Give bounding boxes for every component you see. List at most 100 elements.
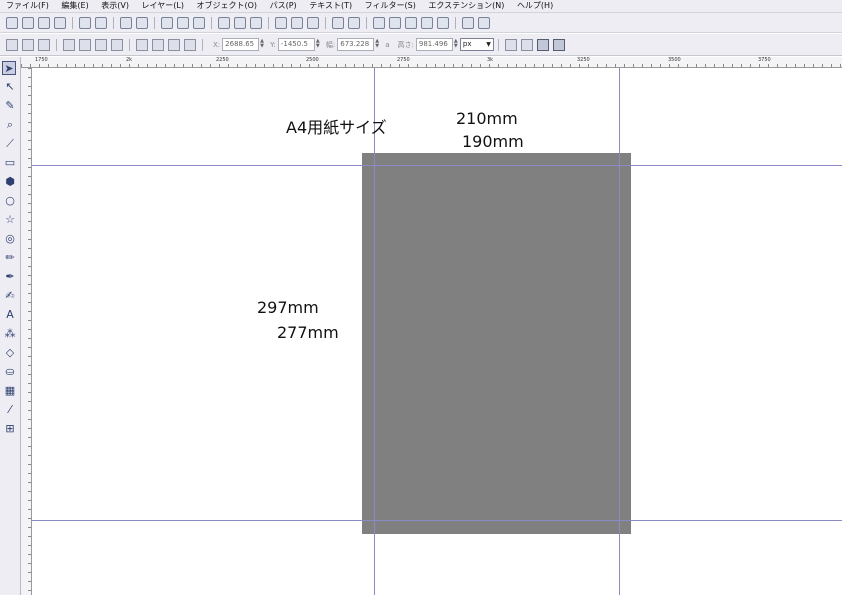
- tweak-tool-icon[interactable]: ✎: [3, 99, 17, 113]
- node-tool-icon[interactable]: ↖: [3, 80, 17, 94]
- toolbar-separator: [129, 38, 130, 51]
- flip-horizontal-icon[interactable]: [95, 38, 107, 51]
- menu-text[interactable]: テキスト(T): [303, 1, 356, 10]
- menu-layer[interactable]: レイヤー(L): [136, 1, 188, 10]
- pencil-tool-icon[interactable]: ✏: [3, 251, 17, 265]
- toolbar-separator: [56, 38, 57, 51]
- duplicate-icon[interactable]: [275, 16, 287, 29]
- zoom-tool-icon[interactable]: ⌕: [3, 118, 17, 132]
- a4-page-rectangle[interactable]: [362, 153, 631, 534]
- spiral-tool-icon[interactable]: ◎: [3, 232, 17, 246]
- redo-icon[interactable]: [136, 16, 148, 29]
- menu-edit[interactable]: 編集(E): [55, 1, 92, 10]
- group-icon[interactable]: [332, 16, 344, 29]
- ruler-label: 3750: [758, 57, 771, 63]
- guide-vertical-right[interactable]: [619, 68, 620, 595]
- deselect-icon[interactable]: [38, 38, 50, 51]
- selector-tool-icon[interactable]: ➤: [2, 61, 16, 75]
- guide-horizontal-bottom[interactable]: [32, 520, 842, 521]
- menu-extensions[interactable]: エクステンション(N): [422, 1, 508, 10]
- import-icon[interactable]: [79, 16, 91, 29]
- xml-editor-icon[interactable]: [421, 16, 433, 29]
- width-input[interactable]: 673.228: [337, 38, 375, 51]
- width-inner-text[interactable]: 190mm: [462, 132, 524, 151]
- transform-gradients-icon[interactable]: [536, 38, 549, 51]
- copy-icon[interactable]: [161, 16, 173, 29]
- unit-select[interactable]: px ▼: [459, 38, 494, 51]
- ungroup-icon[interactable]: [348, 16, 360, 29]
- fill-stroke-icon[interactable]: [373, 16, 385, 29]
- tool-controls-bar: X: 2688.65 ▲ ▼ Y: -1450.5 ▲ ▼ 幅: 673.228 ▲…: [0, 34, 842, 56]
- y-spin-buttons[interactable]: ▲ ▼: [316, 39, 320, 50]
- rectangle-tool-icon[interactable]: ▭: [3, 156, 17, 170]
- flip-vertical-icon[interactable]: [111, 38, 123, 51]
- horizontal-ruler[interactable]: 1750 2k 2250 2500 2750 3k 3250 3500 3750: [21, 57, 842, 68]
- guide-vertical-left[interactable]: [374, 68, 375, 595]
- drawing-canvas[interactable]: A4用紙サイズ 210mm 190mm 297mm 277mm: [32, 68, 842, 595]
- zoom-drawing-icon[interactable]: [234, 16, 246, 29]
- transform-patterns-icon[interactable]: [552, 38, 565, 51]
- rotate-cw-icon[interactable]: [79, 38, 91, 51]
- align-distribute-icon[interactable]: [437, 16, 449, 29]
- y-input[interactable]: -1450.5: [277, 38, 315, 51]
- lower-icon[interactable]: [168, 38, 180, 51]
- spray-tool-icon[interactable]: ⁂: [3, 327, 17, 341]
- ellipse-tool-icon[interactable]: ○: [3, 194, 17, 208]
- height-input[interactable]: 981.496: [415, 38, 453, 51]
- lock-icon[interactable]: a: [385, 41, 389, 49]
- print-icon[interactable]: [54, 16, 66, 29]
- guide-horizontal-top[interactable]: [32, 165, 842, 166]
- 3d-box-tool-icon[interactable]: ⬢: [3, 175, 17, 189]
- rotate-ccw-icon[interactable]: [63, 38, 75, 51]
- width-spin-buttons[interactable]: ▲ ▼: [375, 39, 379, 50]
- measure-tool-icon[interactable]: ⟋: [3, 137, 17, 151]
- paste-icon[interactable]: [193, 16, 205, 29]
- document-properties-icon[interactable]: [478, 16, 490, 29]
- new-document-icon[interactable]: [6, 16, 18, 29]
- vertical-ruler[interactable]: [21, 68, 32, 595]
- menu-object[interactable]: オブジェクト(O): [191, 1, 262, 10]
- select-all-icon[interactable]: [6, 38, 18, 51]
- menu-filter[interactable]: フィルター(S): [359, 1, 420, 10]
- title-text[interactable]: A4用紙サイズ: [286, 114, 387, 138]
- text-tool-icon[interactable]: A: [3, 308, 17, 322]
- export-icon[interactable]: [95, 16, 107, 29]
- menu-bar: ファイル(F) 編集(E) 表示(V) レイヤー(L) オブジェクト(O) パス…: [0, 0, 842, 13]
- select-all-layers-icon[interactable]: [22, 38, 34, 51]
- height-text[interactable]: 297mm: [257, 298, 319, 317]
- connector-tool-icon[interactable]: ⊞: [3, 422, 17, 436]
- preferences-icon[interactable]: [462, 16, 474, 29]
- unlink-clone-icon[interactable]: [307, 16, 319, 29]
- scale-corners-icon[interactable]: [520, 38, 533, 51]
- height-inner-text[interactable]: 277mm: [277, 323, 339, 342]
- menu-view[interactable]: 表示(V): [95, 1, 133, 10]
- lower-to-bottom-icon[interactable]: [184, 38, 196, 51]
- text-font-icon[interactable]: [389, 16, 401, 29]
- scale-stroke-icon[interactable]: [504, 38, 517, 51]
- menu-help[interactable]: ヘルプ(H): [511, 1, 557, 10]
- raise-to-top-icon[interactable]: [136, 38, 148, 51]
- toolbar-separator: [154, 16, 155, 29]
- star-tool-icon[interactable]: ☆: [3, 213, 17, 227]
- x-input[interactable]: 2688.65: [222, 38, 260, 51]
- raise-icon[interactable]: [152, 38, 164, 51]
- menu-file[interactable]: ファイル(F): [0, 1, 53, 10]
- dropper-tool-icon[interactable]: ⁄: [3, 403, 17, 417]
- save-icon[interactable]: [38, 16, 50, 29]
- x-spin-buttons[interactable]: ▲ ▼: [260, 39, 264, 50]
- layers-icon[interactable]: [405, 16, 417, 29]
- calligraphy-tool-icon[interactable]: ✍: [3, 289, 17, 303]
- clone-icon[interactable]: [291, 16, 303, 29]
- open-folder-icon[interactable]: [22, 16, 34, 29]
- pen-tool-icon[interactable]: ✒: [3, 270, 17, 284]
- width-text[interactable]: 210mm: [456, 109, 518, 128]
- paint-bucket-tool-icon[interactable]: ⛀: [3, 365, 17, 379]
- height-spin-buttons[interactable]: ▲ ▼: [454, 39, 458, 50]
- eraser-tool-icon[interactable]: ◇: [3, 346, 17, 360]
- gradient-tool-icon[interactable]: ▦: [3, 384, 17, 398]
- undo-icon[interactable]: [120, 16, 132, 29]
- menu-path[interactable]: パス(P): [264, 1, 301, 10]
- zoom-page-icon[interactable]: [250, 16, 262, 29]
- cut-icon[interactable]: [177, 16, 189, 29]
- zoom-selection-icon[interactable]: [218, 16, 230, 29]
